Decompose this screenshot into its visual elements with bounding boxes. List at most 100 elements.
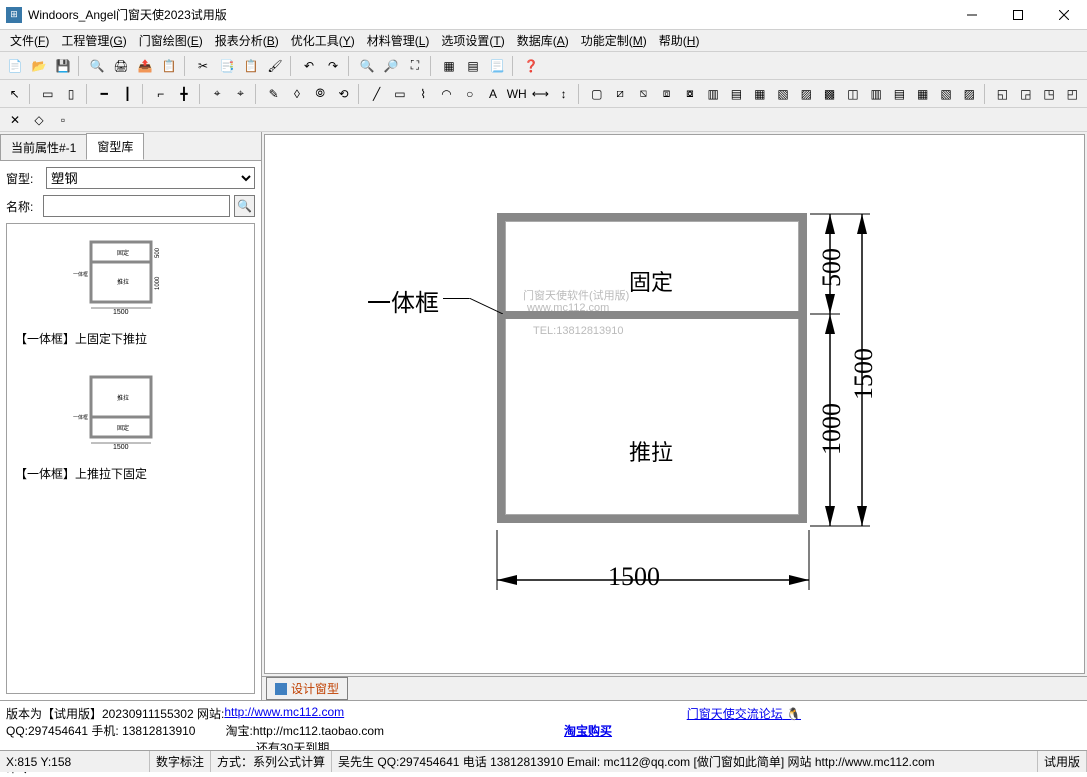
wtype13-icon[interactable]: ▥ xyxy=(866,83,887,105)
rotate-icon[interactable]: ⟲ xyxy=(333,83,354,105)
menu-project[interactable]: 工程管理(G) xyxy=(55,30,132,51)
svg-text:一体框: 一体框 xyxy=(73,414,88,421)
zoom-in-icon[interactable]: 🔍 xyxy=(356,55,378,77)
wtype10-icon[interactable]: ▨ xyxy=(796,83,817,105)
maximize-button[interactable] xyxy=(995,0,1041,30)
window-title: Windoors_Angel门窗天使2023试用版 xyxy=(28,6,949,23)
drawing-canvas[interactable]: 固定 推拉 门窗天使软件(试用版) www.mc112.com TEL:1381… xyxy=(264,134,1085,674)
wtype1-icon[interactable]: ▢ xyxy=(586,83,607,105)
list-item[interactable]: 推拉 固定 一体框 1500 【一体框】上推拉下固定 xyxy=(15,367,246,482)
wtype3-icon[interactable]: ⧅ xyxy=(633,83,654,105)
line-icon[interactable]: ╱ xyxy=(366,83,387,105)
dim-h2: 1000 xyxy=(817,403,847,455)
rect3-icon[interactable]: ▭ xyxy=(389,83,410,105)
menu-material[interactable]: 材料管理(L) xyxy=(361,30,436,51)
wtype16-icon[interactable]: ▧ xyxy=(935,83,956,105)
status-coords: X:815 Y:158 xyxy=(0,751,150,772)
info-bar: 版本为【试用版】20230911155302 网站: http://www.mc… xyxy=(0,700,1087,750)
menu-optimize[interactable]: 优化工具(Y) xyxy=(285,30,361,51)
tab-properties[interactable]: 当前属性#-1 xyxy=(0,134,87,160)
redo-icon[interactable]: ↷ xyxy=(322,55,344,77)
snap2-icon[interactable]: ◇ xyxy=(28,109,50,131)
grid-icon[interactable]: ▦ xyxy=(438,55,460,77)
forum-link[interactable]: 门窗天使交流论坛 🐧 xyxy=(687,705,801,722)
tab-library[interactable]: 窗型库 xyxy=(86,133,144,160)
menu-report[interactable]: 报表分析(B) xyxy=(209,30,285,51)
pencil-icon[interactable]: ✎ xyxy=(263,83,284,105)
layer3-icon[interactable]: ◳ xyxy=(1038,83,1059,105)
doc-icon[interactable]: 📋 xyxy=(158,55,180,77)
circle-icon[interactable]: ○ xyxy=(459,83,480,105)
menu-draw[interactable]: 门窗绘图(E) xyxy=(133,30,209,51)
menu-help[interactable]: 帮助(H) xyxy=(653,30,706,51)
paste-icon[interactable]: 📋 xyxy=(240,55,262,77)
zoom-out-icon[interactable]: 🔎 xyxy=(380,55,402,77)
layer4-icon[interactable]: ◰ xyxy=(1062,83,1083,105)
pointer-icon[interactable]: ↖ xyxy=(4,83,25,105)
cross-icon[interactable]: ╋ xyxy=(173,83,194,105)
close-button[interactable] xyxy=(1041,0,1087,30)
hline-icon[interactable]: ━ xyxy=(94,83,115,105)
rect-icon[interactable]: ▭ xyxy=(37,83,58,105)
text-icon[interactable]: A xyxy=(482,83,503,105)
brush-icon[interactable]: 🖌 xyxy=(264,55,286,77)
wtype15-icon[interactable]: ▦ xyxy=(912,83,933,105)
wtype14-icon[interactable]: ▤ xyxy=(889,83,910,105)
layer1-icon[interactable]: ◱ xyxy=(992,83,1013,105)
website-link[interactable]: http://www.mc112.com xyxy=(224,705,344,722)
fill-icon[interactable]: ◊ xyxy=(286,83,307,105)
help-icon[interactable]: ❓ xyxy=(520,55,542,77)
fit-icon[interactable]: ⛶ xyxy=(404,55,426,77)
taobao-buy-link[interactable]: 淘宝购买 xyxy=(564,722,612,739)
wtype7-icon[interactable]: ▤ xyxy=(726,83,747,105)
copy-icon[interactable]: 📑 xyxy=(216,55,238,77)
new-icon[interactable]: 📄 xyxy=(4,55,26,77)
vline-icon[interactable]: ┃ xyxy=(117,83,138,105)
preview-icon[interactable]: 🔍 xyxy=(86,55,108,77)
search-icon[interactable]: 🔍 xyxy=(234,195,255,217)
dim-icon[interactable]: WH xyxy=(506,83,528,105)
thumbnail-list[interactable]: 固定 推拉 一体框 1500 500 1000 【一体框】上固定下推拉 xyxy=(6,223,255,694)
dim-h-full: 1500 xyxy=(849,348,879,400)
watermark-url: www.mc112.com xyxy=(527,302,609,314)
export-icon[interactable]: 📤 xyxy=(134,55,156,77)
open-icon[interactable]: 📂 xyxy=(28,55,50,77)
print-icon[interactable]: 🖨 xyxy=(110,55,132,77)
snap3-icon[interactable]: ▫ xyxy=(52,109,74,131)
layer2-icon[interactable]: ◲ xyxy=(1015,83,1036,105)
minimize-button[interactable] xyxy=(949,0,995,30)
polyline-icon[interactable]: ⌇ xyxy=(413,83,434,105)
wtype8-icon[interactable]: ▦ xyxy=(749,83,770,105)
wtype5-icon[interactable]: ⧇ xyxy=(679,83,700,105)
menu-customize[interactable]: 功能定制(M) xyxy=(575,30,653,51)
stamp2-icon[interactable]: ⌖ xyxy=(230,83,251,105)
name-input[interactable] xyxy=(43,195,230,217)
stamp-icon[interactable]: ⌖ xyxy=(207,83,228,105)
wtype2-icon[interactable]: ⧄ xyxy=(609,83,630,105)
cut-icon[interactable]: ✂ xyxy=(192,55,214,77)
dim3-icon[interactable]: ↕ xyxy=(553,83,574,105)
rect2-icon[interactable]: ▯ xyxy=(60,83,81,105)
wtype9-icon[interactable]: ▧ xyxy=(772,83,793,105)
dim2-icon[interactable]: ⟷ xyxy=(530,83,551,105)
wtype4-icon[interactable]: ⧈ xyxy=(656,83,677,105)
table-icon[interactable]: ▤ xyxy=(462,55,484,77)
wtype6-icon[interactable]: ▥ xyxy=(703,83,724,105)
canvas-tab-design[interactable]: 设计窗型 xyxy=(266,677,348,700)
wtype12-icon[interactable]: ◫ xyxy=(842,83,863,105)
wtype17-icon[interactable]: ▨ xyxy=(959,83,980,105)
corner-icon[interactable]: ⌐ xyxy=(150,83,171,105)
arc-icon[interactable]: ◠ xyxy=(436,83,457,105)
window-frame[interactable] xyxy=(497,213,807,523)
menu-database[interactable]: 数据库(A) xyxy=(511,30,575,51)
wtype11-icon[interactable]: ▩ xyxy=(819,83,840,105)
menu-options[interactable]: 选项设置(T) xyxy=(435,30,510,51)
save-icon[interactable]: 💾 xyxy=(52,55,74,77)
list-item[interactable]: 固定 推拉 一体框 1500 500 1000 【一体框】上固定下推拉 xyxy=(15,232,246,347)
undo-icon[interactable]: ↶ xyxy=(298,55,320,77)
type-select[interactable]: 塑钢 xyxy=(46,167,255,189)
mirror-icon[interactable]: ⦾ xyxy=(310,83,331,105)
snap1-icon[interactable]: ✕ xyxy=(4,109,26,131)
menu-file[interactable]: 文件(F) xyxy=(4,30,55,51)
list-icon[interactable]: 📃 xyxy=(486,55,508,77)
